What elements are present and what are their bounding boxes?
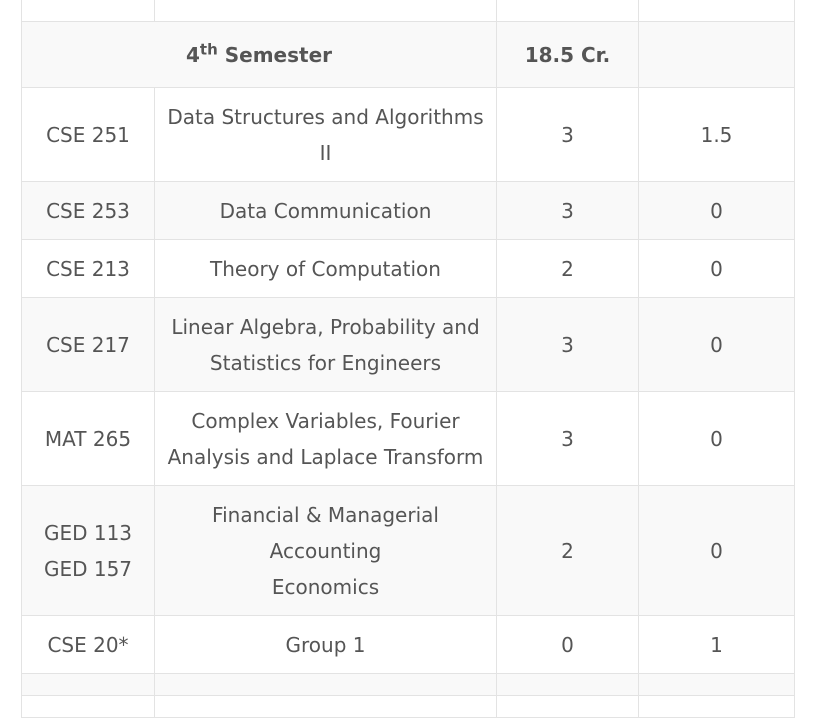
course-row: MAT 265 Complex Variables, Fourier Analy… [21,391,795,486]
course-code: CSE 213 [21,239,155,298]
semester-label: Semester [224,42,332,67]
semester-header-empty-cell [638,21,795,88]
course-code: MAT 265 [21,391,155,486]
course-row: CSE 251 Data Structures and Algorithms I… [21,87,795,182]
theory-credits: 3 [496,297,639,392]
lab-credits: 1.5 [638,87,795,182]
course-title: Linear Algebra, Probability and Statisti… [154,297,497,392]
semester-title: 4th Semester [21,21,497,88]
course-row: CSE 213 Theory of Computation 2 0 [21,239,795,298]
theory-credits: 0 [496,615,639,674]
course-code: CSE 217 [21,297,155,392]
theory-credits: 3 [496,181,639,240]
course-title: Group 1 [154,615,497,674]
course-row: GED 113 GED 157 Financial & Managerial A… [21,485,795,616]
previous-section-row [21,0,795,22]
course-title: Financial & Managerial Accounting Econom… [154,485,497,616]
course-title: Data Communication [154,181,497,240]
course-code: CSE 251 [21,87,155,182]
curriculum-table-wrapper: 4th Semester 18.5 Cr. CSE 251 Data Struc… [21,0,795,718]
lab-credits: 0 [638,239,795,298]
lab-credits: 0 [638,391,795,486]
semester-number: 4 [185,42,200,67]
semester-credits: 18.5 Cr. [496,21,639,88]
lab-credits: 1 [638,615,795,674]
lab-credits: 0 [638,181,795,240]
spacer-row [21,673,795,696]
course-code: CSE 253 [21,181,155,240]
theory-credits: 3 [496,87,639,182]
theory-credits: 2 [496,239,639,298]
course-row: CSE 253 Data Communication 3 0 [21,181,795,240]
curriculum-table: 4th Semester 18.5 Cr. CSE 251 Data Struc… [21,0,795,718]
course-code: CSE 20* [21,615,155,674]
lab-credits: 0 [638,485,795,616]
theory-credits: 2 [496,485,639,616]
semester-ordinal-suffix: th [199,39,218,58]
course-row: CSE 20* Group 1 0 1 [21,615,795,674]
course-title: Data Structures and Algorithms II [154,87,497,182]
next-row-partial [21,695,795,718]
course-row: CSE 217 Linear Algebra, Probability and … [21,297,795,392]
course-title: Complex Variables, Fourier Analysis and … [154,391,497,486]
course-code: GED 113 GED 157 [21,485,155,616]
course-title: Theory of Computation [154,239,497,298]
lab-credits: 0 [638,297,795,392]
theory-credits: 3 [496,391,639,486]
semester-header-row: 4th Semester 18.5 Cr. [21,21,795,88]
